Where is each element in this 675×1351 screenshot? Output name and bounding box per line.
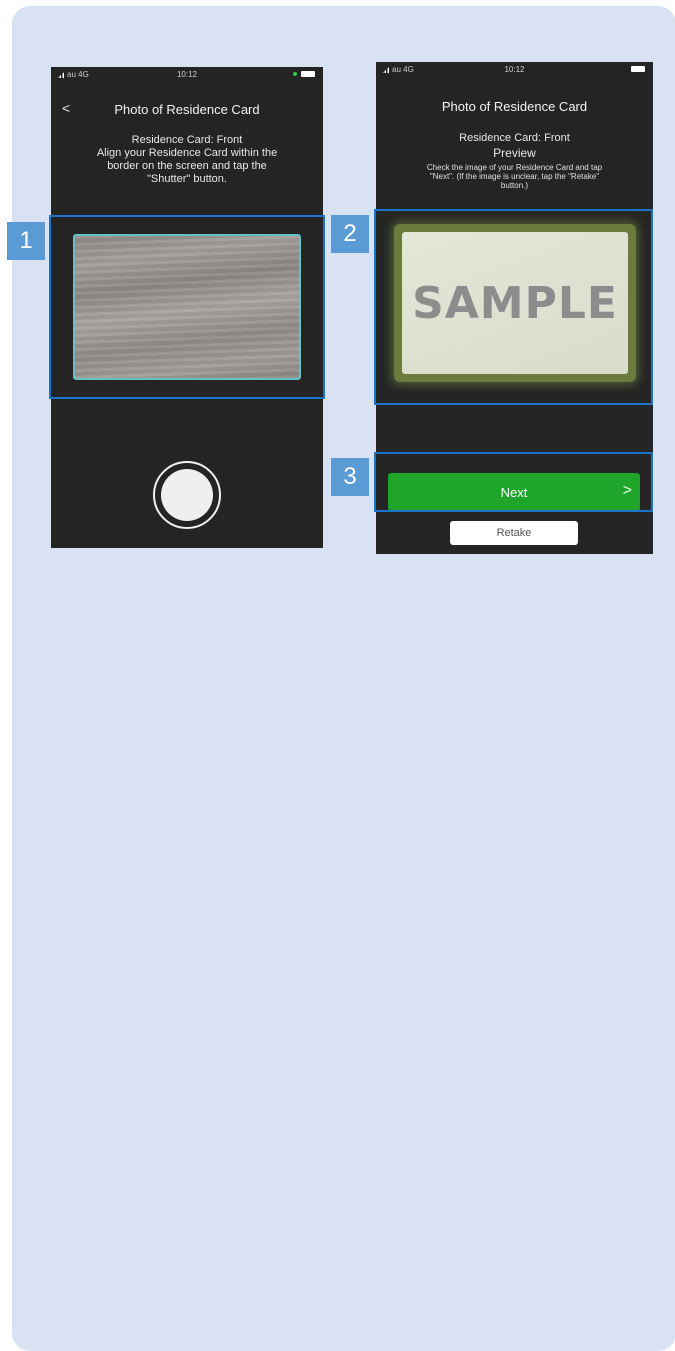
status-time: 10:12 [176,70,198,79]
shutter-button[interactable] [153,461,221,529]
screen-title: Photo of Residence Card [114,102,260,117]
callout-2-highlight [374,209,653,405]
battery-icon [301,71,315,77]
capture-instructions: Residence Card: Front Align your Residen… [96,134,278,185]
status-time: 10:12 [504,65,525,74]
callout-1-highlight [49,215,325,399]
preview-label: Preview [493,146,536,160]
preview-subtitle: Residence Card: Front [459,132,570,144]
callout-badge-3: 3 [331,458,369,496]
status-bar: au 4G 10:12 [376,62,653,78]
retake-button-label: Retake [496,527,532,539]
preview-note: Check the image of your Residence Card a… [426,163,603,190]
callout-badge-2: 2 [331,215,369,253]
callout-badge-1: 1 [7,222,45,260]
retake-button[interactable]: Retake [450,521,578,545]
shutter-button-inner[interactable] [161,469,213,521]
screen-title: Photo of Residence Card [441,99,588,114]
battery-icon [631,66,645,72]
callout-3-highlight [374,452,653,512]
status-bar: au 4G 10:12 [51,67,323,83]
indicator-dot-icon [293,72,297,76]
